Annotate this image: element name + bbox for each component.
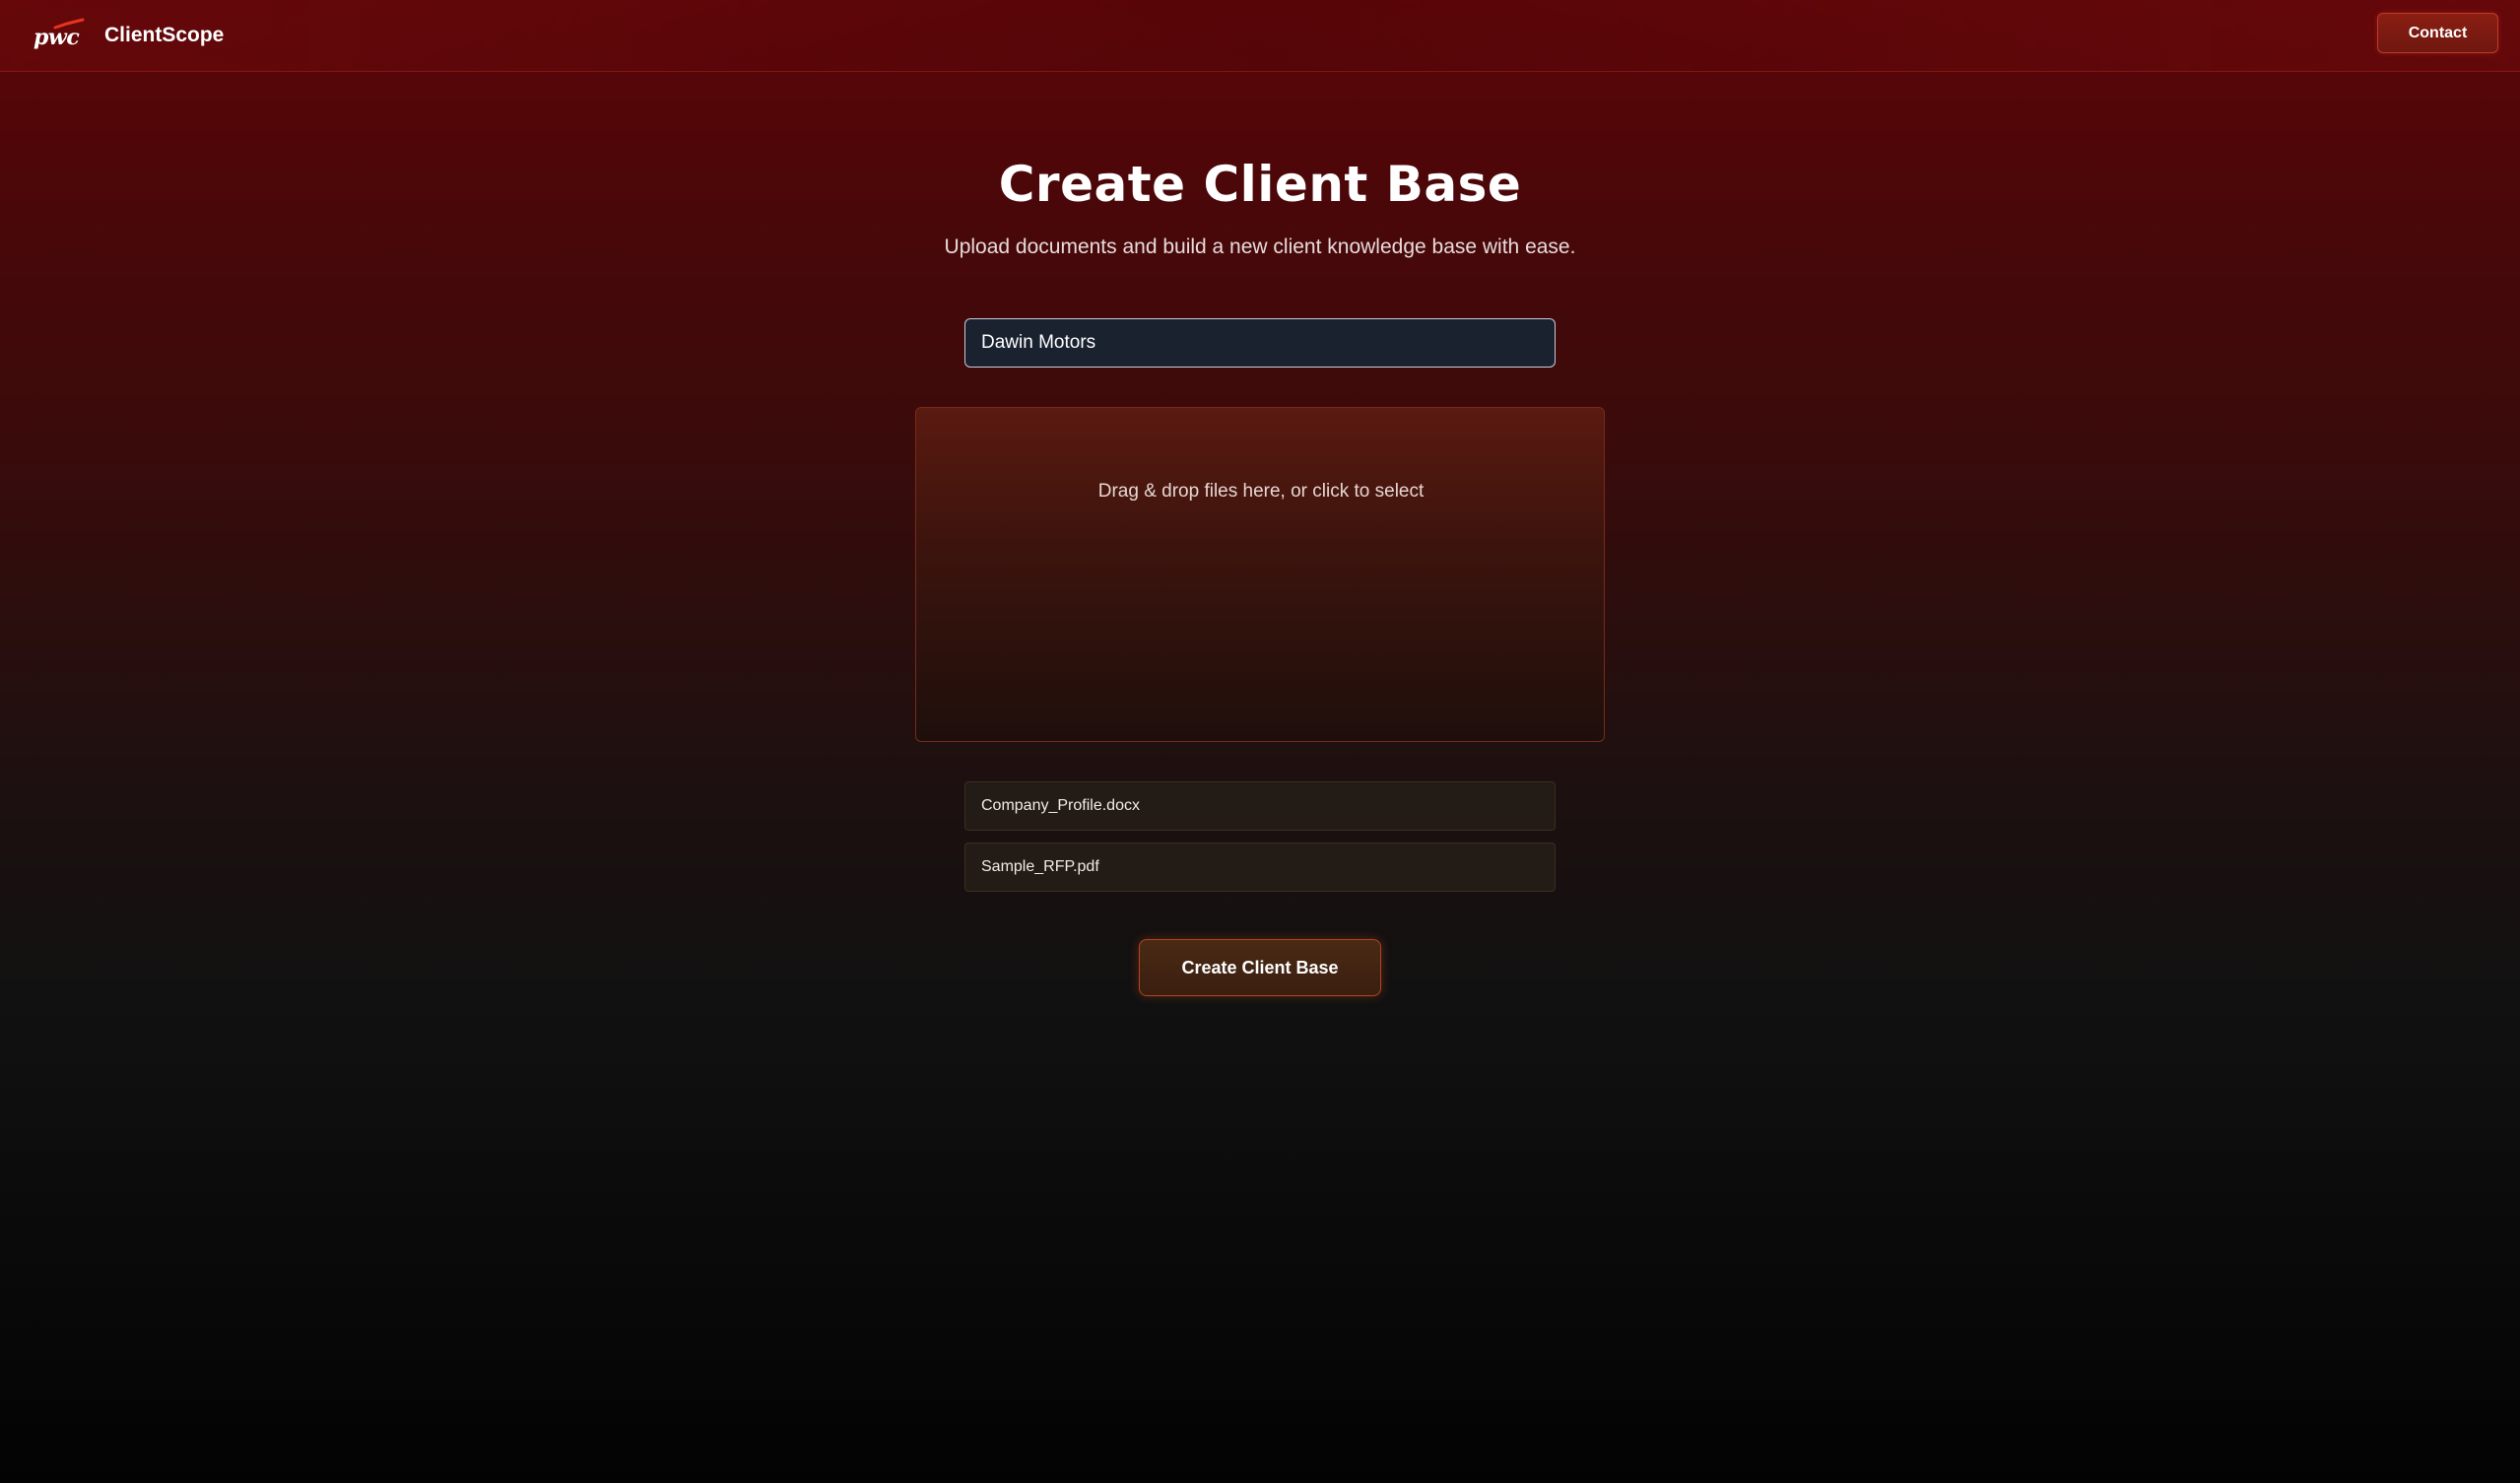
file-dropzone[interactable]: Drag & drop files here, or click to sele… bbox=[915, 407, 1605, 742]
client-name-input[interactable] bbox=[964, 318, 1556, 368]
file-list-item: Company_Profile.docx bbox=[964, 781, 1556, 831]
page-subtitle: Upload documents and build a new client … bbox=[944, 236, 1576, 258]
app-name: ClientScope bbox=[104, 24, 225, 46]
logo-text: pwc bbox=[33, 25, 80, 50]
dropzone-text: Drag & drop files here, or click to sele… bbox=[1097, 481, 1425, 502]
top-navbar: pwc ClientScope Contact bbox=[0, 0, 2520, 72]
brand[interactable]: pwc ClientScope bbox=[33, 18, 224, 53]
page-title: Create Client Base bbox=[998, 156, 1522, 213]
file-list-item: Sample_RFP.pdf bbox=[964, 843, 1556, 892]
create-client-base-button[interactable]: Create Client Base bbox=[1139, 939, 1381, 996]
contact-button[interactable]: Contact bbox=[2377, 13, 2498, 53]
pwc-logo: pwc bbox=[33, 18, 85, 53]
